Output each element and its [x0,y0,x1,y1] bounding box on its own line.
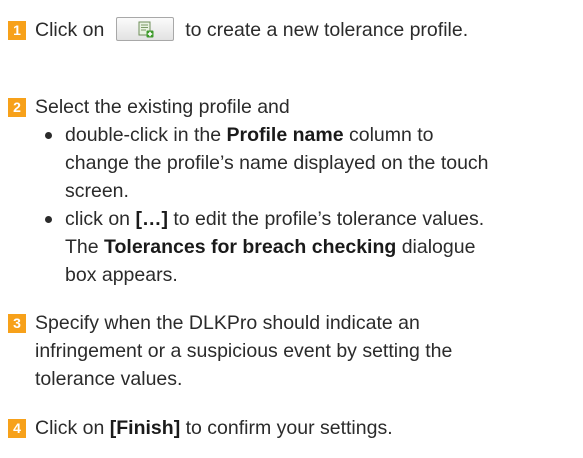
step-number-badge: 3 [8,314,26,333]
step-3-text: Specify when the DLKPro should indicate … [35,309,583,393]
step-4: 4 Click on [Finish] to confirm your sett… [8,414,583,442]
step-1: 1 Click on to create a new tolerance pro… [8,16,583,44]
bullet-text: double-click in the [65,124,222,146]
bullet-text: dialogue [401,236,476,258]
bullet-text: column to [348,124,434,146]
step-number-badge: 1 [8,21,26,40]
step-1-text-before: Click on [35,19,105,41]
step-1-text: Click on to create a new tolerance profi… [35,16,583,44]
bullet-bold-term: Profile name [226,124,344,146]
bullet-item: double-click in the Profile name column … [35,121,583,205]
bullet-text: The [65,236,99,258]
step-3: 3 Specify when the DLKPro should indicat… [8,309,583,393]
step-4-text: Click on [Finish] to confirm your settin… [35,414,583,442]
step-2-text: Select the existing profile and double-c… [35,93,583,289]
step-2-intro: Select the existing profile and [35,96,290,118]
bullet-bold-term: Tolerances for breach checking [104,236,397,258]
bullet-item: click on […] to edit the profile’s toler… [35,205,583,289]
bullet-text: change the profile’s name displayed on t… [65,152,489,174]
step-2: 2 Select the existing profile and double… [8,93,583,289]
step-3-line: tolerance values. [35,368,183,390]
step-2-bullet-list: double-click in the Profile name column … [35,121,583,289]
new-profile-icon [138,21,154,38]
step-3-line: Specify when the DLKPro should indicate … [35,312,420,334]
step-1-text-after: to create a new tolerance profile. [185,19,469,41]
bullet-text: box appears. [65,264,178,286]
step-number-badge: 4 [8,419,26,438]
bullet-text: to edit the profile’s tolerance values. [173,208,485,230]
bullet-text: click on [65,208,131,230]
instruction-page: 1 Click on to create a new tolerance pro… [0,0,583,458]
bullet-text: screen. [65,180,129,202]
bullet-bold-term: […] [135,208,168,230]
finish-term: [Finish] [109,417,181,439]
step-3-line: infringement or a suspicious event by se… [35,340,453,362]
step-number-badge: 2 [8,98,26,117]
step-4-text-before: Click on [35,417,105,439]
new-profile-button[interactable] [115,16,174,41]
step-4-text-after: to confirm your settings. [185,417,393,439]
